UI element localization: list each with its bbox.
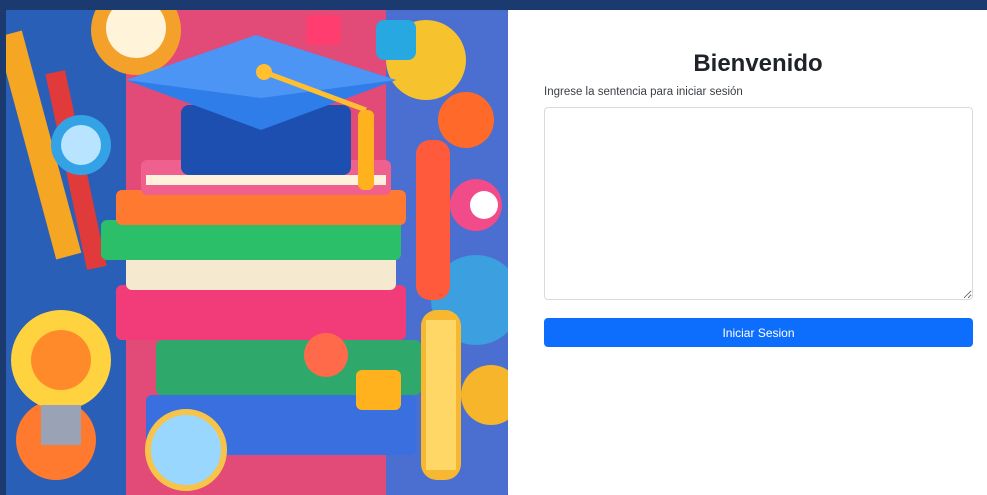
app-frame: Bienvenido Ingrese la sentencia para ini… [0, 0, 987, 495]
login-panel: Bienvenido Ingrese la sentencia para ini… [508, 10, 987, 495]
education-illustration [6, 10, 508, 495]
page-title: Bienvenido [693, 50, 823, 77]
sentence-input[interactable] [544, 107, 973, 300]
sentence-label: Ingrese la sentencia para iniciar sesión [544, 86, 743, 98]
login-button[interactable]: Iniciar Sesion [544, 318, 973, 347]
